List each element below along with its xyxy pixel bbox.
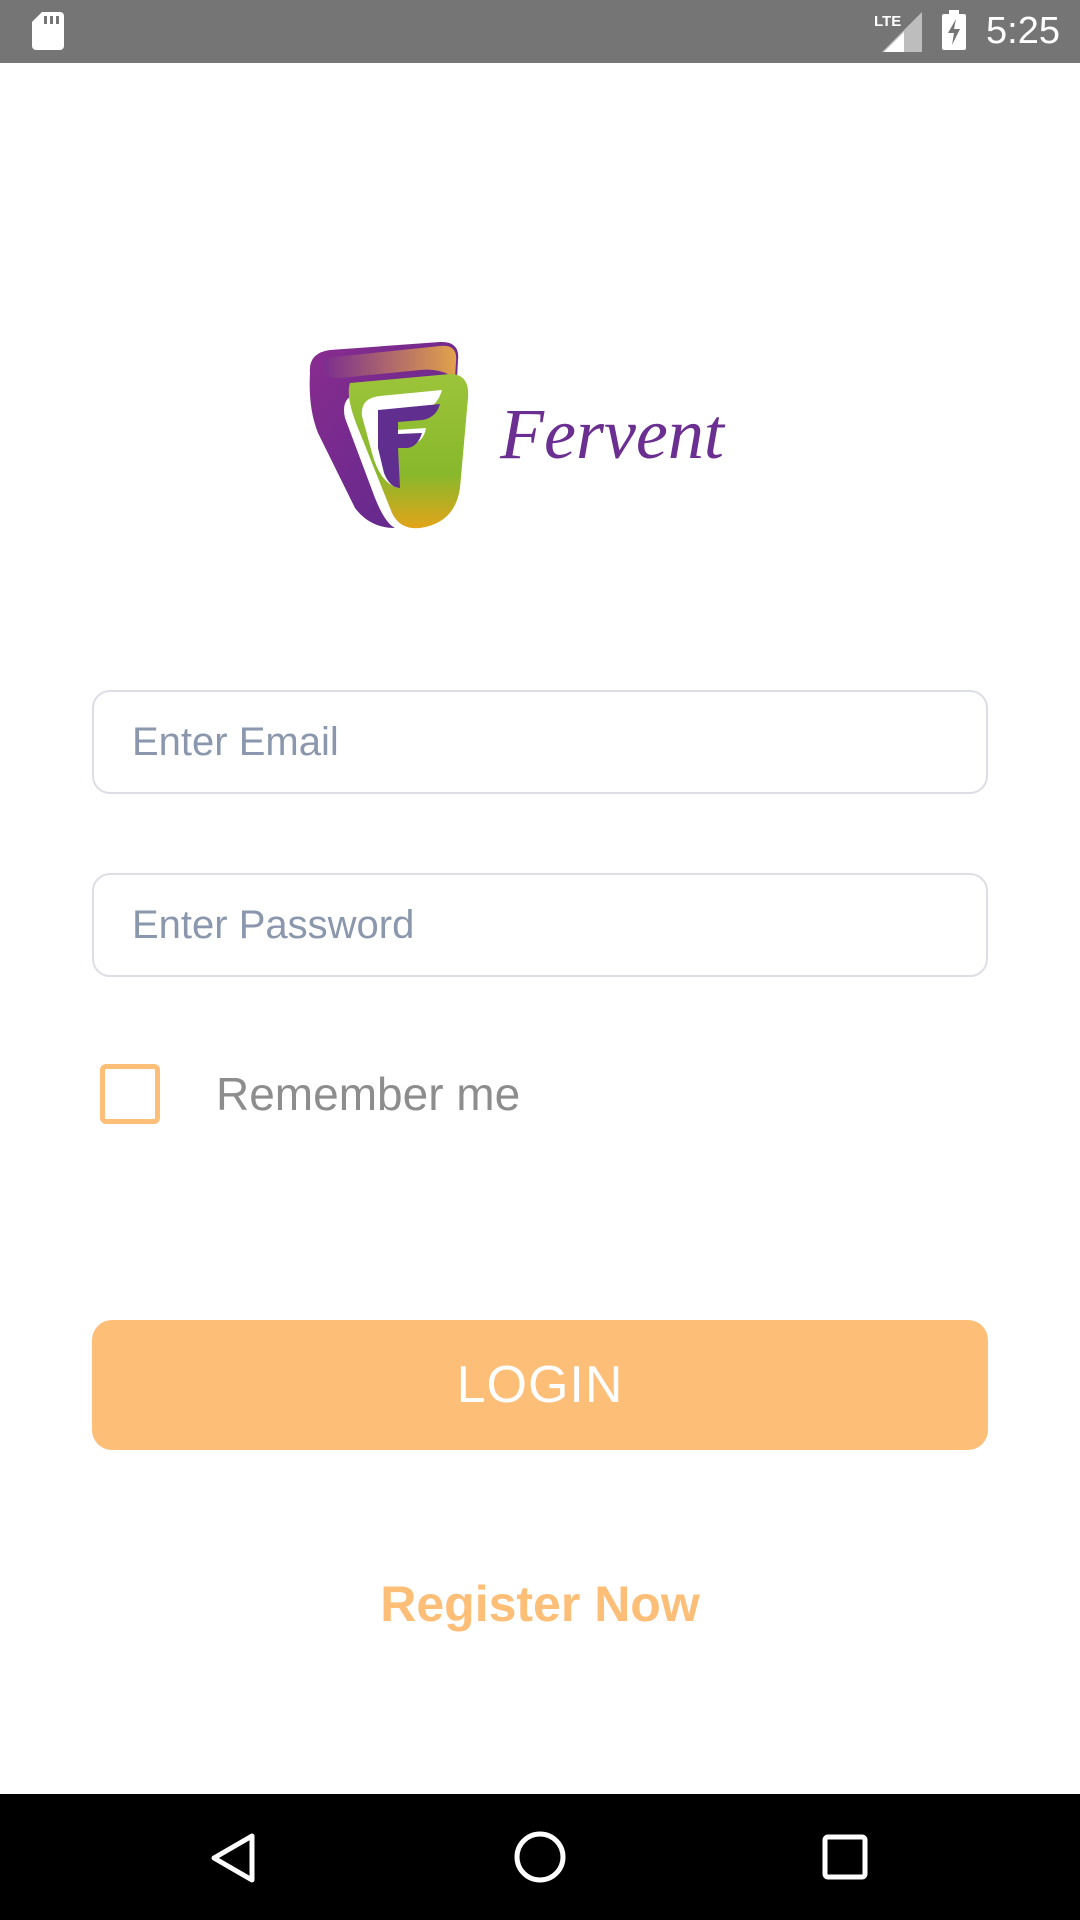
- back-icon[interactable]: [210, 1832, 256, 1884]
- email-field[interactable]: [92, 690, 988, 794]
- remember-me-checkbox[interactable]: [100, 1064, 160, 1124]
- login-screen: Fervent Remember me LOGIN Register Now: [0, 63, 1080, 1794]
- sd-card-icon: [32, 12, 64, 50]
- status-bar: LTE 5:25: [0, 0, 1080, 63]
- lte-label: LTE: [874, 13, 901, 30]
- remember-me-row[interactable]: Remember me: [100, 1064, 520, 1124]
- login-button[interactable]: LOGIN: [92, 1320, 988, 1450]
- status-time: 5:25: [986, 10, 1060, 52]
- email-input[interactable]: [94, 692, 986, 792]
- navigation-bar: [0, 1794, 1080, 1920]
- brand-wordmark: Fervent: [499, 394, 726, 474]
- fervent-logo: Fervent: [309, 341, 726, 529]
- recent-apps-icon[interactable]: [822, 1834, 868, 1880]
- remember-me-label[interactable]: Remember me: [216, 1067, 520, 1121]
- password-input[interactable]: [94, 875, 986, 975]
- battery-charging-icon: [942, 10, 966, 50]
- home-icon[interactable]: [513, 1830, 567, 1884]
- register-now-link[interactable]: Register Now: [0, 1575, 1080, 1633]
- password-field[interactable]: [92, 873, 988, 977]
- lte-signal-icon: LTE: [874, 12, 922, 52]
